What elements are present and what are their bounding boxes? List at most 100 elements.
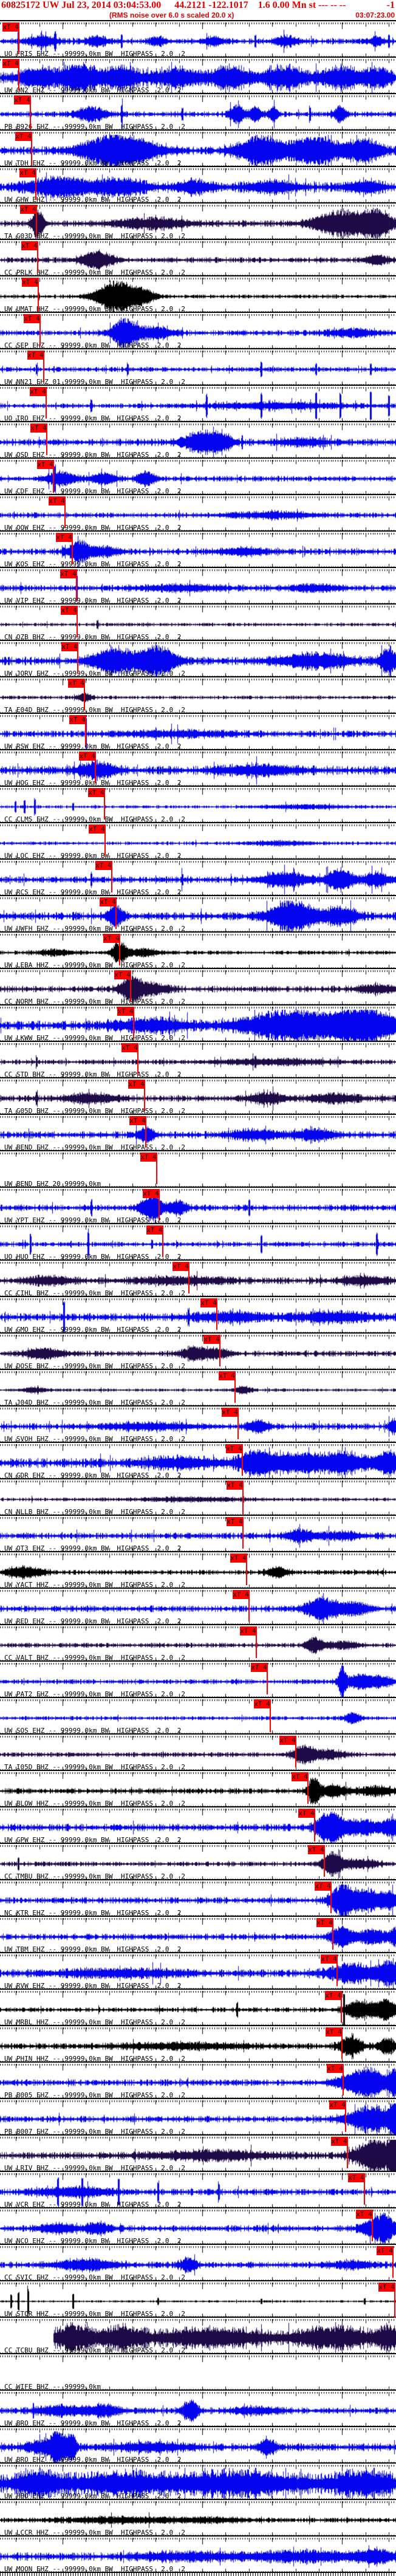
pick-flag[interactable]: xT 4 [68,679,84,688]
trace-row-25[interactable]: xT 4 UW UWFH EHZ -- 99999.0km BW HIGHPAS… [0,895,396,933]
pick-flag[interactable]: xT 4 [129,1116,146,1125]
pick-flag[interactable]: xT 4 [219,1371,235,1380]
trace-row-9[interactable]: xT 4 CC SEP EHZ -- 99999.0km BW HIGHPASS… [0,312,396,349]
trace-row-23[interactable]: xT 4 UW LOC EHZ -- 99999.0km BW HIGHPASS… [0,822,396,860]
pick-flag[interactable]: xT 4 [2,22,19,32]
trace-row-40[interactable]: xT 4 CN GDR EHZ -- 99999.0km BW HIGHPASS… [0,1442,396,1479]
trace-row-62[interactable]: xT 4 CC SVIC EHZ -- 99999.0km BW HIGHPAS… [0,2244,396,2281]
trace-row-39[interactable]: xT 4 UW SVOH EHZ -- 99999.0km BW HIGHPAS… [0,1405,396,1443]
trace-row-44[interactable]: xT 4 UW RED EHZ -- 99999.0km BW HIGHPASS… [0,1588,396,1625]
trace-row-61[interactable]: xT 4 UW NCO EHZ -- 99999.0km BW HIGHPASS… [0,2207,396,2245]
trace-row-52[interactable]: xT 4 NC KTR EHZ -- 99999.0km BW HIGHPASS… [0,1879,396,1917]
trace-row-4[interactable]: xT 4 UW TDH EHZ -- 99999.0km BW HIGHPASS… [0,129,396,167]
trace-row-10[interactable]: xT 4 UW NN21 EHZ 01 99999.0km BW HIGHPAS… [0,348,396,386]
pick-flag[interactable]: xT 4 [2,59,19,68]
trace-row-57[interactable]: xT 4 PB B005 EHZ -- 99999.0km BW HIGHPAS… [0,2061,396,2099]
pick-flag[interactable]: xT 4 [88,788,104,797]
trace-row-1[interactable]: xT 4 UO FRIS EHZ -- 99999.0km BW HIGHPAS… [0,20,396,58]
trace-row-37[interactable]: xT 4 UW DOSE BHZ -- 99999.0km BW HIGHPAS… [0,1332,396,1370]
pick-flag[interactable]: xT 4 [240,1626,256,1636]
trace-row-43[interactable]: xT 4 UW YACT HHZ -- 99999.0km BW HIGHPAS… [0,1551,396,1589]
pick-flag[interactable]: xT 4 [251,1663,267,1672]
pick-flag[interactable]: xT 4 [95,861,112,870]
trace-row-63[interactable]: xT 4 UW STOR HHZ -- 99999.0km BW HIGHPAS… [0,2280,396,2318]
trace-row-33[interactable]: xT 4 UW YPT EHZ -- 99999.0km BW HIGHPASS… [0,1187,396,1224]
pick-flag[interactable]: xT 4 [103,934,120,943]
pick-flag[interactable]: xT 4 [19,168,36,177]
pick-flag[interactable]: xT 4 [226,1444,242,1453]
pick-flag[interactable]: xT 4 [27,351,44,360]
pick-flag[interactable]: xT 4 [21,241,38,250]
trace-row-66[interactable]: UW BRO EHZ -- 99999.0km BW HIGHPASS 2.0 … [0,2389,396,2427]
pick-flag[interactable]: xT 4 [356,2210,372,2219]
trace-row-42[interactable]: xT 4 UW OT3 EHZ -- 99999.0km BW HIGHPASS… [0,1515,396,1552]
pick-flag[interactable]: xT 4 [279,1736,296,1745]
pick-flag[interactable]: xT 4 [100,897,116,906]
pick-flag[interactable]: xT 4 [30,387,46,396]
trace-row-2[interactable]: xT 4 UW ON2 EHZ -- 99999.0km BW HIGHPASS… [0,57,396,94]
pick-flag[interactable]: xT 4 [230,1553,247,1563]
trace-row-27[interactable]: xT 4 CC NORM BHZ -- 99999.0km BW HIGHPAS… [0,968,396,1005]
pick-flag[interactable]: xT 4 [114,970,131,979]
pick-flag[interactable]: xT 4 [298,1809,315,1818]
trace-row-5[interactable]: xT 4 UW GHW EHZ -- 99999.0km BW HIGHPASS… [0,166,396,204]
pick-flag[interactable]: xT 4 [143,1189,159,1198]
pick-flag[interactable]: xT 4 [172,1262,189,1271]
pick-flag[interactable]: xT 4 [15,132,32,141]
trace-row-19[interactable]: xT 4 TA E04D BHZ -- 99999.0km BW HIGHPAS… [0,676,396,714]
trace-row-13[interactable]: xT 4 UW CDF EHZ -- 99999.0km BW HIGHPASS… [0,457,396,495]
pick-flag[interactable]: xT 4 [22,278,38,287]
pick-flag[interactable]: xT 4 [308,1845,324,1854]
trace-row-47[interactable]: xT 4 UW SOS EHZ -- 99999.0km BW HIGHPASS… [0,1697,396,1735]
trace-row-29[interactable]: xT 4 CC STD BHZ -- 99999.0km BW HIGHPASS… [0,1041,396,1078]
trace-row-53[interactable]: xT 4 UW TBM EHZ -- 99999.0km BW HIGHPASS… [0,1916,396,1953]
trace-row-55[interactable]: xT 4 UW MRBL HHZ -- 99999.0km BW HIGHPAS… [0,1989,396,2026]
pick-flag[interactable]: xT 4 [79,752,95,761]
pick-flag[interactable]: xT 4 [227,1517,243,1526]
trace-row-69[interactable]: UW LCCR HHZ -- 99999.0km BW HIGHPASS 2.0… [0,2499,396,2537]
pick-flag[interactable]: xT 4 [49,496,65,505]
pick-flag[interactable]: xT 4 [121,1043,138,1052]
pick-flag[interactable]: xT 4 [61,642,78,651]
pick-flag[interactable]: xT 4 [227,1481,243,1490]
trace-row-7[interactable]: xT 4 CC PRLK BHZ -- 99999.0km BW HIGHPAS… [0,239,396,276]
trace-row-15[interactable]: xT 4 UW KOS EHZ -- 99999.0km BW HIGHPASS… [0,530,396,568]
pick-flag[interactable]: xT 4 [292,1772,308,1781]
pick-flag[interactable]: xT 4 [321,1954,337,1964]
pick-flag[interactable]: xT 4 [329,2100,346,2109]
trace-row-50[interactable]: xT 4 UW GPW EHZ -- 99999.0km BW HIGHPASS… [0,1806,396,1844]
trace-row-26[interactable]: xT 4 UW LEBA HHZ -- 99999.0km BW HIGHPAS… [0,931,396,969]
pick-flag[interactable]: xT 4 [56,533,72,542]
pick-flag[interactable]: xT 4 [200,1298,217,1307]
trace-row-30[interactable]: xT 4 TA G05D BHZ -- 99999.0km BW HIGHPAS… [0,1077,396,1115]
trace-row-59[interactable]: xT 4 UW LRIV BHZ -- 99999.0km BW HIGHPAS… [0,2134,396,2172]
pick-flag[interactable]: xT 4 [222,1408,238,1417]
trace-row-6[interactable]: xT 4 TA G03D BHZ -- 99999.0km BW HIGHPAS… [0,202,396,240]
trace-row-68[interactable]: UW HBO EHZ -- 99999.0km BW HIGHPASS 2.0 … [0,2462,396,2500]
pick-flag[interactable]: xT 4 [30,423,47,433]
trace-row-34[interactable]: xT 4 UO HUO EHZ -- 99999.0km BW HIGHPASS… [0,1223,396,1261]
trace-row-22[interactable]: xT 4 CC CLMS EHZ -- 99999.0km BW HIGHPAS… [0,786,396,823]
trace-row-65[interactable]: CC WIFE BHZ -- 99999.0km [0,2353,396,2391]
trace-row-67[interactable]: UW BRO EHZ -- 99999.0km BW HIGHPASS 2.0 … [0,2426,396,2464]
trace-row-56[interactable]: xT 4 UW PHIN HHZ -- 99999.0km BW HIGHPAS… [0,2025,396,2063]
trace-row-3[interactable]: xT 4 PB B926 EHZ -- 99999.0km BW HIGHPAS… [0,93,396,131]
trace-row-12[interactable]: xT 4 UW OSD EHZ -- 99999.0km BW HIGHPASS… [0,421,396,459]
pick-flag[interactable]: xT 4 [20,205,36,214]
trace-row-16[interactable]: xT 4 UW VIP EHZ -- 99999.0km BW HIGHPASS… [0,567,396,605]
trace-row-54[interactable]: xT 4 UW RVW EHZ -- 99999.0km BW HIGHPASS… [0,1952,396,1990]
pick-flag[interactable]: xT 4 [348,2173,364,2182]
trace-row-70[interactable]: UW MOON EHZ -- 99999.0km BW HIGHPASS 2.0… [0,2535,396,2573]
pick-flag[interactable]: xT 4 [14,95,30,104]
pick-flag[interactable]: xT 4 [89,824,105,834]
pick-flag[interactable]: xT 4 [140,1153,157,1162]
trace-row-51[interactable]: xT 4 CC TMBU BHZ -- 99999.0km BW HIGHPAS… [0,1843,396,1880]
trace-row-38[interactable]: xT 4 TA J04D BHZ -- 99999.0km BW HIGHPAS… [0,1369,396,1406]
pick-flag[interactable]: xT 4 [203,1335,220,1344]
pick-flag[interactable]: xT 4 [315,1882,331,1891]
trace-row-14[interactable]: xT 4 UW OOW EHZ -- 99999.0km BW HIGHPASS… [0,494,396,532]
pick-flag[interactable]: xT 4 [61,606,77,615]
trace-row-17[interactable]: xT 4 CN OZB BHZ -- 99999.0km BW HIGHPASS… [0,603,396,641]
trace-row-49[interactable]: xT 4 UW BLOW HHZ -- 99999.0km BW HIGHPAS… [0,1770,396,1807]
trace-row-58[interactable]: xT 4 PB B007 EHZ -- 99999.0km BW HIGHPAS… [0,2098,396,2136]
